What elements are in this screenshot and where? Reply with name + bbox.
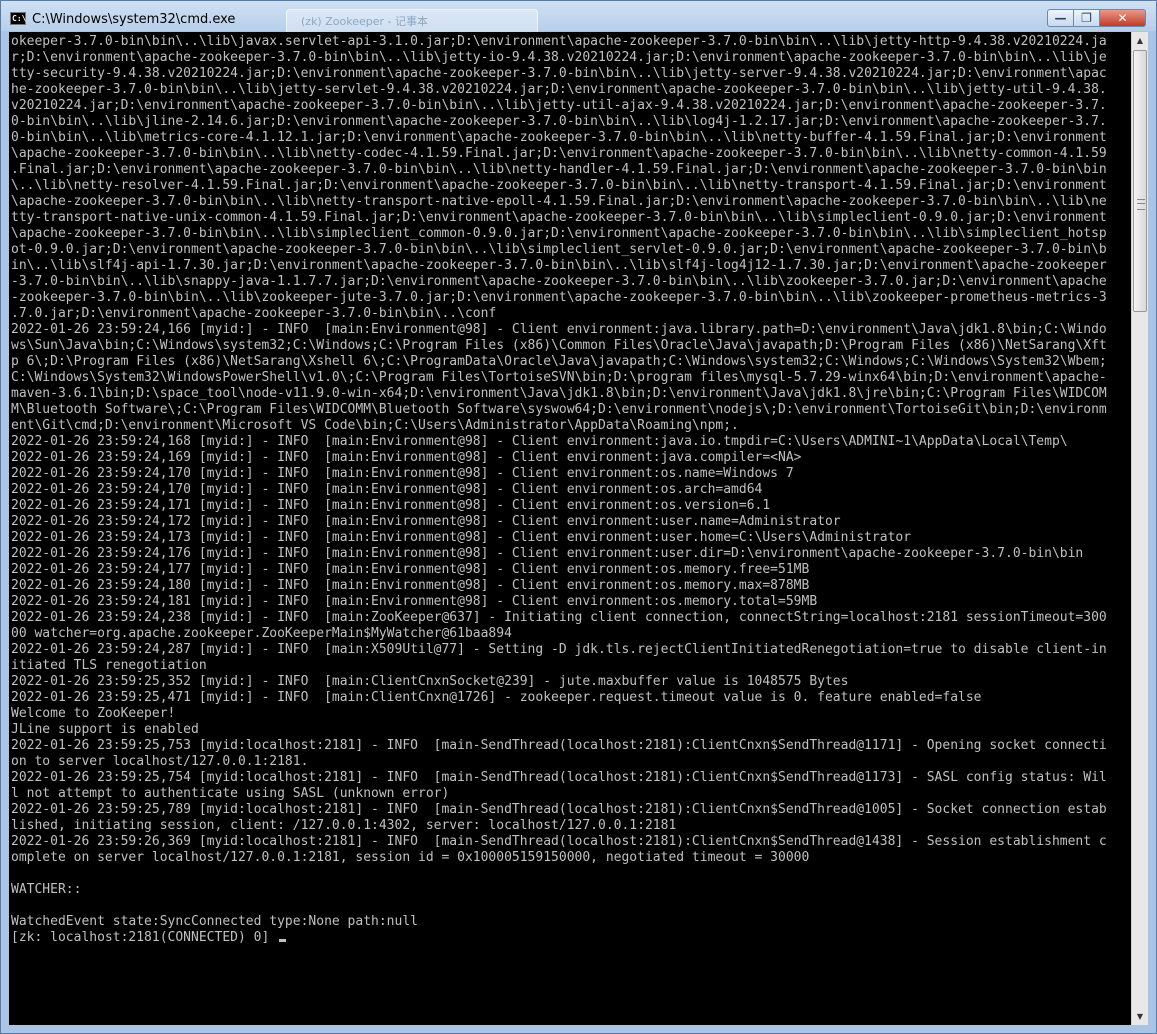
console-line: \apache-zookeeper-3.7.0-bin\bin\..\lib\n… <box>11 146 1107 161</box>
console-line: tty-transport-native-unix-common-4.1.59.… <box>11 210 1107 225</box>
console-line: 2022-01-26 23:59:24,173 [myid:] - INFO [… <box>11 530 912 545</box>
background-window-tab-title: (zk) Zookeeper - 记事本 <box>301 15 428 28</box>
zk-prompt: [zk: localhost:2181(CONNECTED) 0] <box>11 930 278 945</box>
console-line: \apache-zookeeper-3.7.0-bin\bin\..\lib\s… <box>11 226 1107 241</box>
console-line: 2022-01-26 23:59:24,166 [myid:] - INFO [… <box>11 322 1107 337</box>
console-line: 2022-01-26 23:59:25,471 [myid:] - INFO [… <box>11 690 982 705</box>
console-line: 2022-01-26 23:59:24,238 [myid:] - INFO [… <box>11 610 1107 625</box>
minimize-button[interactable]: — <box>1047 9 1074 27</box>
console-line: 2022-01-26 23:59:24,180 [myid:] - INFO [… <box>11 578 810 593</box>
console-line: 2022-01-26 23:59:24,168 [myid:] - INFO [… <box>11 434 1068 449</box>
console-line: 2022-01-26 23:59:24,170 [myid:] - INFO [… <box>11 466 794 481</box>
console-line: 00 watcher=org.apache.zookeeper.ZooKeepe… <box>11 626 512 641</box>
console-line: on to server localhost/127.0.0.1:2181. <box>11 754 309 769</box>
title-bar[interactable]: C:\ C:\Windows\system32\cmd.exe (zk) Zoo… <box>1 1 1156 32</box>
console-line: .Final.jar;D:\environment\apache-zookeep… <box>11 162 1107 177</box>
console-line: 2022-01-26 23:59:24,170 [myid:] - INFO [… <box>11 482 763 497</box>
window-title: C:\Windows\system32\cmd.exe <box>32 12 236 27</box>
console-line: ent\Git\cmd;D:\environment\Microsoft VS … <box>11 418 739 433</box>
text-cursor <box>279 939 287 942</box>
console-line: \apache-zookeeper-3.7.0-bin\bin\..\lib\n… <box>11 194 1107 209</box>
console-line: ot-0.9.0.jar;D:\environment\apache-zooke… <box>11 242 1107 257</box>
console-line: 0-bin\bin\..\lib\jline-2.14.6.jar;D:\env… <box>11 114 1107 129</box>
console-line: okeeper-3.7.0-bin\bin\..\lib\javax.servl… <box>11 34 1107 49</box>
console-line: C:\Windows\System32\WindowsPowerShell\v1… <box>11 370 1107 385</box>
console-line: 2022-01-26 23:59:24,181 [myid:] - INFO [… <box>11 594 818 609</box>
console-text[interactable]: okeeper-3.7.0-bin\bin\..\lib\javax.servl… <box>9 32 1131 946</box>
console-line: 2022-01-26 23:59:24,287 [myid:] - INFO [… <box>11 642 1107 657</box>
console-lines: okeeper-3.7.0-bin\bin\..\lib\javax.servl… <box>11 34 1107 929</box>
minimize-icon: — <box>1054 11 1067 25</box>
console-line: lished, initiating session, client: /127… <box>11 818 677 833</box>
restore-icon: ❐ <box>1081 11 1092 25</box>
console-line: 2022-01-26 23:59:24,177 [myid:] - INFO [… <box>11 562 810 577</box>
console-line: tty-security-9.4.38.v20210224.jar;D:\env… <box>11 66 1107 81</box>
console-line: 2022-01-26 23:59:25,789 [myid:localhost:… <box>11 802 1107 817</box>
console-line: in\..\lib\slf4j-api-1.7.30.jar;D:\enviro… <box>11 258 1107 273</box>
console-line: 2022-01-26 23:59:24,176 [myid:] - INFO [… <box>11 546 1084 561</box>
console-line: itiated TLS renegotiation <box>11 658 207 673</box>
console-line: 2022-01-26 23:59:24,169 [myid:] - INFO [… <box>11 450 802 465</box>
console-line: he-zookeeper-3.7.0-bin\bin\..\lib\jetty-… <box>11 82 1107 97</box>
maximize-button[interactable]: ❐ <box>1073 9 1100 27</box>
console-line: .7.0.jar;D:\environment\apache-zookeeper… <box>11 306 497 321</box>
console-line: WatchedEvent state:SyncConnected type:No… <box>11 914 418 929</box>
console-line: 2022-01-26 23:59:25,352 [myid:] - INFO [… <box>11 674 849 689</box>
console-line: p 6\;D:\Program Files (x86)\NetSarang\Xs… <box>11 354 1107 369</box>
scroll-grip-icon <box>1137 199 1145 210</box>
console-line: v20210224.jar;D:\environment\apache-zook… <box>11 98 1107 113</box>
cmd-window: C:\ C:\Windows\system32\cmd.exe (zk) Zoo… <box>0 0 1157 1034</box>
console-line: JLine support is enabled <box>11 722 199 737</box>
console-line: -3.7.0-bin\bin\..\lib\snappy-java-1.1.7.… <box>11 274 1107 289</box>
console-line: omplete on server localhost/127.0.0.1:21… <box>11 850 810 865</box>
console-line: ws\Sun\Java\bin;C:\Windows\system32;C:\W… <box>11 338 1107 353</box>
console-line: M\Bluetooth Software\;C:\Program Files\W… <box>11 402 1107 417</box>
console-line: 2022-01-26 23:59:24,172 [myid:] - INFO [… <box>11 514 841 529</box>
scroll-thumb[interactable] <box>1133 50 1147 312</box>
console-line: -zookeeper-3.7.0-bin\bin\..\lib\zookeepe… <box>11 290 1107 305</box>
console-line: 2022-01-26 23:59:26,369 [myid:localhost:… <box>11 834 1107 849</box>
console-line: l not attempt to authenticate using SASL… <box>11 786 450 801</box>
console-line: r;D:\environment\apache-zookeeper-3.7.0-… <box>11 50 1107 65</box>
console-output[interactable]: okeeper-3.7.0-bin\bin\..\lib\javax.servl… <box>9 32 1131 1025</box>
vertical-scrollbar[interactable]: ▲ ▼ <box>1131 32 1148 1025</box>
console-line: 0-bin\bin\..\lib\metrics-core-4.1.12.1.j… <box>11 130 1107 145</box>
console-line: 2022-01-26 23:59:25,753 [myid:localhost:… <box>11 738 1107 753</box>
console-line: 2022-01-26 23:59:25,754 [myid:localhost:… <box>11 770 1107 785</box>
cmd-app-icon[interactable]: C:\ <box>10 12 26 25</box>
console-line: Welcome to ZooKeeper! <box>11 706 176 721</box>
console-line: \..\lib\netty-resolver-4.1.59.Final.jar;… <box>11 178 1107 193</box>
console-line: WATCHER:: <box>11 882 82 897</box>
scroll-up-arrow-icon[interactable]: ▲ <box>1132 32 1148 49</box>
scroll-down-arrow-icon[interactable]: ▼ <box>1132 1008 1148 1025</box>
console-line: 2022-01-26 23:59:24,171 [myid:] - INFO [… <box>11 498 771 513</box>
close-button[interactable]: ✕ <box>1099 9 1146 27</box>
console-line: maven-3.6.1\bin;D:\space_tool\node-v11.9… <box>11 386 1107 401</box>
close-icon: ✕ <box>1117 11 1128 25</box>
